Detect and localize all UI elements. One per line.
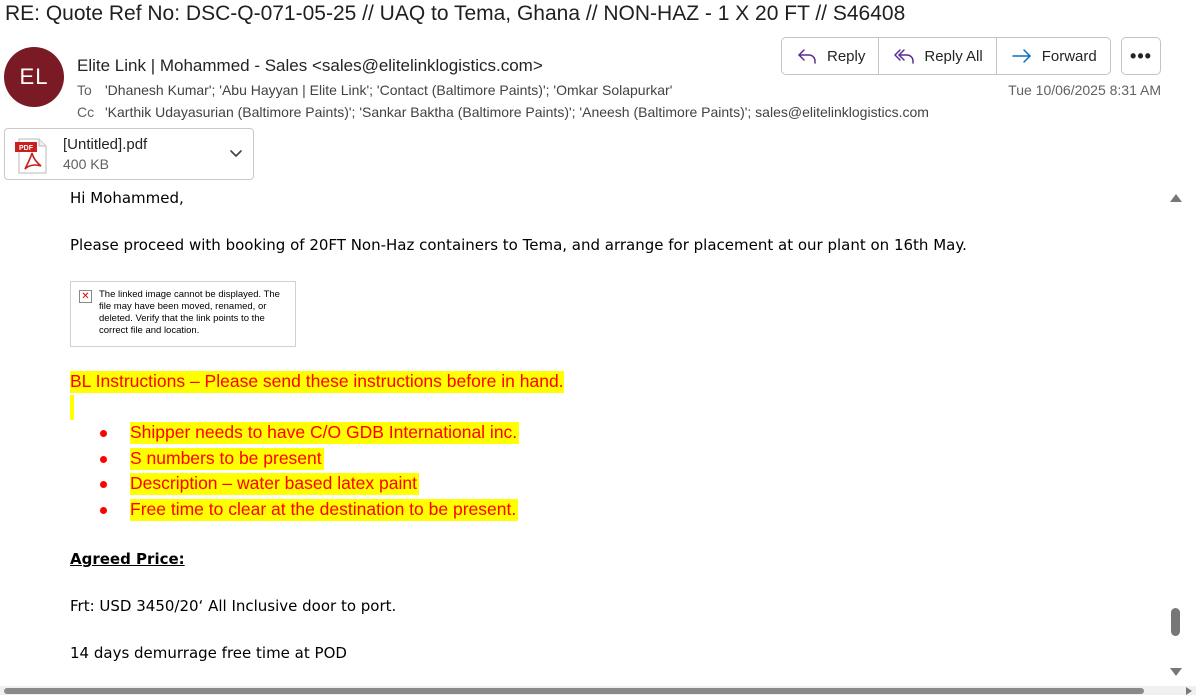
broken-image-message: The linked image cannot be displayed. Th…	[99, 289, 280, 336]
attachment-name: [Untitled].pdf	[63, 136, 148, 153]
email-paragraph: Please proceed with booking of 20FT Non-…	[70, 236, 967, 254]
more-actions-button[interactable]: •••	[1121, 37, 1161, 75]
broken-linked-image: ✕ The linked image cannot be displayed. …	[70, 281, 296, 347]
reply-all-button[interactable]: Reply All	[879, 38, 997, 74]
sender-name[interactable]: Elite Link | Mohammed - Sales <sales@eli…	[77, 56, 543, 76]
reply-button[interactable]: Reply	[782, 38, 880, 74]
forward-label: Forward	[1041, 47, 1097, 65]
attachment-size: 400 KB	[63, 156, 109, 172]
reply-label: Reply	[827, 47, 866, 65]
bullet-icon	[100, 430, 107, 437]
list-item-text: Free time to clear at the destination to…	[130, 498, 519, 521]
highlight-spacer	[70, 395, 74, 420]
message-actions: Reply Reply All Forward	[781, 37, 1111, 75]
pdf-badge-label: PDF	[19, 145, 34, 152]
reply-all-icon	[894, 49, 915, 64]
forward-button[interactable]: Forward	[997, 38, 1110, 74]
sender-avatar[interactable]: EL	[4, 47, 64, 107]
bullet-icon	[100, 481, 107, 488]
scroll-right-arrow-icon[interactable]	[1186, 687, 1192, 695]
pdf-file-icon: PDF	[15, 138, 47, 174]
vertical-scrollbar[interactable]	[1168, 190, 1184, 680]
attachment-card[interactable]: PDF [Untitled].pdf 400 KB	[4, 128, 254, 180]
scroll-thumb[interactable]	[1171, 608, 1180, 636]
freight-line: Frt: USD 3450/20‘ All Inclusive door to …	[70, 597, 397, 615]
broken-image-icon: ✕	[79, 290, 92, 303]
scroll-up-arrow-icon[interactable]	[1170, 194, 1182, 202]
email-subject: RE: Quote Ref No: DSC-Q-071-05-25 // UAQ…	[5, 2, 906, 25]
reply-icon	[798, 49, 816, 64]
list-item-text: Description – water based latex paint	[130, 473, 419, 495]
email-greeting: Hi Mohammed,	[70, 189, 184, 207]
cc-label: Cc	[77, 104, 95, 120]
cc-recipients: Cc 'Karthik Udayasurian (Baltimore Paints…	[77, 104, 929, 120]
agreed-price-heading: Agreed Price:	[70, 550, 185, 568]
to-label: To	[77, 82, 92, 98]
horizontal-scrollbar[interactable]	[0, 686, 1196, 695]
demurrage-line: 14 days demurrage free time at POD	[70, 644, 347, 662]
cc-list[interactable]: 'Karthik Udayasurian (Baltimore Paints)'…	[105, 104, 929, 120]
sent-date: Tue 10/06/2025 8:31 AM	[1008, 82, 1161, 98]
horizontal-scroll-thumb[interactable]	[4, 688, 1144, 694]
list-item-text: Shipper needs to have C/O GDB Internatio…	[130, 422, 520, 444]
list-item-text: S numbers to be present	[130, 447, 324, 470]
to-list[interactable]: 'Dhanesh Kumar'; 'Abu Hayyan | Elite Lin…	[105, 82, 672, 98]
chevron-down-icon[interactable]	[227, 145, 245, 163]
forward-icon	[1011, 49, 1031, 63]
bl-instructions-heading: BL Instructions – Please send these inst…	[70, 371, 564, 393]
bullet-icon	[100, 506, 107, 514]
bullet-icon	[100, 455, 107, 463]
scroll-down-arrow-icon[interactable]	[1170, 668, 1182, 676]
reply-all-label: Reply All	[924, 47, 983, 65]
to-recipients: To 'Dhanesh Kumar'; 'Abu Hayyan | Elite L…	[77, 82, 672, 98]
